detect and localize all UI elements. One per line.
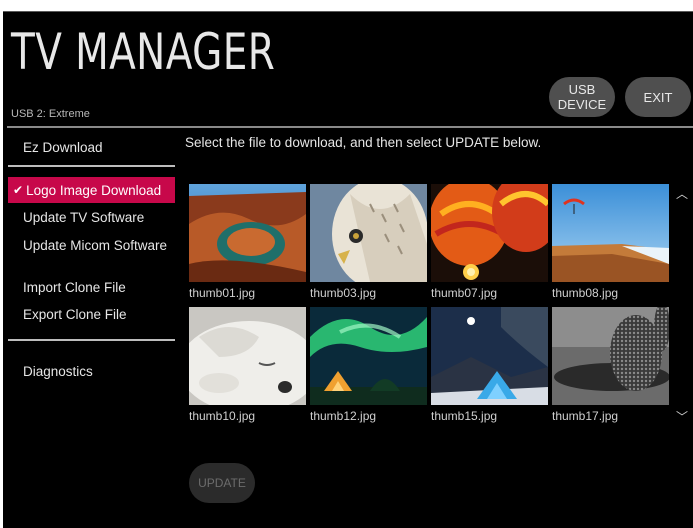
sidebar-item-update-tv-software[interactable]: Update TV Software (8, 204, 175, 230)
thumbnail-image-owl (310, 184, 427, 282)
app-title: TV MANAGER (11, 23, 276, 81)
sidebar-item-update-micom-software[interactable]: Update Micom Software (8, 232, 175, 258)
chevron-down-icon[interactable]: ﹀ (675, 410, 689, 424)
thumbnail-caption: thumb17.jpg (552, 409, 619, 423)
update-button[interactable]: UPDATE (189, 463, 255, 503)
thumbnail-item[interactable]: thumb12.jpg (310, 307, 427, 423)
sidebar-divider (8, 339, 175, 341)
sidebar-item-label: Update TV Software (23, 209, 145, 225)
sidebar-item-import-clone-file[interactable]: Import Clone File (8, 274, 175, 300)
thumbnail-caption: thumb10.jpg (189, 409, 256, 423)
thumbnail-caption: thumb03.jpg (310, 286, 377, 300)
header-divider (7, 126, 693, 128)
sidebar-divider (8, 165, 175, 167)
sidebar-item-label: Logo Image Download (26, 182, 162, 198)
thumbnail-item[interactable]: thumb07.jpg (431, 184, 548, 300)
checkmark-icon: ✔ (13, 183, 24, 197)
thumbnail-caption: thumb08.jpg (552, 286, 619, 300)
thumbnail-item[interactable]: thumb15.jpg (431, 307, 548, 423)
exit-button[interactable]: EXIT (625, 77, 691, 117)
thumbnail-image-canyon (189, 184, 306, 282)
sidebar-item-label: Update Micom Software (23, 237, 168, 253)
sidebar-item-ez-download[interactable]: Ez Download (8, 134, 175, 160)
thumbnail-caption: thumb07.jpg (431, 286, 498, 300)
thumbnail-image-night-tent (431, 307, 548, 405)
thumbnail-image-paraglider (552, 184, 669, 282)
sidebar-item-export-clone-file[interactable]: Export Clone File (8, 301, 175, 327)
thumbnail-item[interactable]: thumb17.jpg (552, 307, 669, 423)
usb-device-button[interactable]: USB DEVICE (549, 77, 615, 117)
device-label: USB 2: Extreme (11, 108, 90, 120)
sidebar-item-label: Import Clone File (23, 279, 126, 295)
sidebar-item-label: Diagnostics (23, 363, 93, 379)
sidebar-item-label: Ez Download (23, 139, 103, 155)
chevron-up-icon[interactable]: ︿ (675, 187, 689, 201)
thumbnail-caption: thumb12.jpg (310, 409, 377, 423)
sidebar-item-logo-image-download[interactable]: ✔ Logo Image Download (8, 177, 175, 203)
thumbnail-caption: thumb01.jpg (189, 286, 256, 300)
instruction-text: Select the file to download, and then se… (185, 135, 542, 150)
thumbnail-caption: thumb15.jpg (431, 409, 498, 423)
thumbnail-image-aurora (310, 307, 427, 405)
sidebar-item-diagnostics[interactable]: Diagnostics (8, 358, 175, 384)
thumbnail-item[interactable]: thumb10.jpg (189, 307, 306, 423)
thumbnail-item[interactable]: thumb08.jpg (552, 184, 669, 300)
thumbnail-item[interactable]: thumb03.jpg (310, 184, 427, 300)
top-divider (3, 11, 693, 12)
tv-screen: TV MANAGER USB 2: Extreme USB DEVICE EXI… (3, 11, 693, 528)
thumbnail-image-dog (189, 307, 306, 405)
thumbnail-image-microphone (552, 307, 669, 405)
thumbnail-item[interactable]: thumb01.jpg (189, 184, 306, 300)
sidebar-item-label: Export Clone File (23, 306, 127, 322)
thumbnail-image-balloons (431, 184, 548, 282)
